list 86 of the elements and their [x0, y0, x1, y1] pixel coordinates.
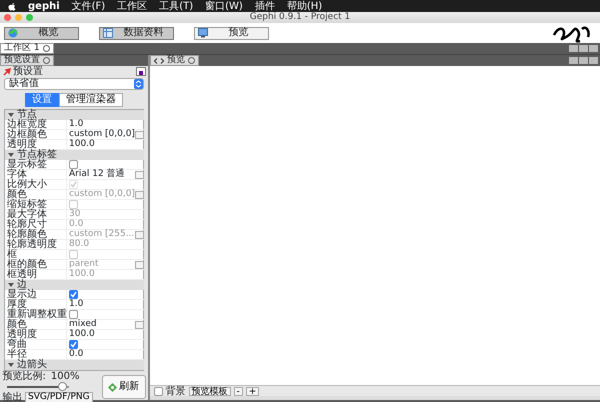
property-name: 半径: [5, 350, 67, 359]
property-name: 框透明: [5, 270, 67, 279]
property-name: 框的颜色: [5, 260, 67, 269]
section-header[interactable]: 节点标签: [5, 150, 144, 160]
export-button[interactable]: SVG/PDF/PNG: [25, 392, 93, 402]
menu-item[interactable]: 帮助(H): [286, 0, 322, 12]
checkbox[interactable]: [69, 290, 78, 299]
section-header[interactable]: 边箭头: [5, 360, 144, 370]
property-value[interactable]: Arial 12 普通: [69, 170, 135, 179]
ellipsis-button[interactable]: [134, 130, 144, 138]
property-value[interactable]: 0.0: [69, 350, 144, 359]
zoom-button[interactable]: -: [234, 386, 243, 396]
preset-label: 预设置: [13, 66, 43, 77]
property-name: 显示标签: [5, 160, 67, 169]
section-header[interactable]: 节点: [5, 110, 144, 120]
ratio-value: 100%: [50, 371, 80, 382]
property-name: 框: [5, 250, 67, 259]
close-icon[interactable]: [188, 57, 195, 64]
property-name: 缩短标签: [5, 200, 67, 209]
checkbox[interactable]: [69, 160, 78, 169]
property-value[interactable]: 1.0: [69, 120, 144, 129]
menu-item[interactable]: 窗口(W): [205, 0, 243, 12]
menu-item[interactable]: gephi: [28, 0, 60, 12]
property-name: 边框宽度: [5, 120, 67, 129]
property-name: 颜色: [5, 190, 67, 199]
menu-item[interactable]: 插件: [254, 0, 275, 12]
property-name: 比例大小: [5, 180, 67, 189]
monitor-icon: [198, 28, 208, 38]
code-icon: [154, 58, 164, 64]
property-name: 最大字体: [5, 210, 67, 219]
ellipsis-button[interactable]: [134, 170, 144, 178]
property-name: 厚度: [5, 300, 67, 309]
workspace-tab[interactable]: 工作区 1: [0, 43, 54, 54]
expanded-triangle-icon: [8, 112, 14, 118]
menu-item[interactable]: 工具(T): [159, 0, 194, 12]
property-name: 边框颜色: [5, 130, 67, 139]
window-title: Gephi 0.9.1 - Project 1: [248, 12, 352, 22]
checkbox[interactable]: [69, 340, 78, 349]
menu-item[interactable]: 文件(F): [72, 0, 106, 12]
toolbar-button[interactable]: 预览: [194, 26, 269, 40]
section-header[interactable]: 边: [5, 280, 144, 290]
property-name: 轮廓透明度: [5, 240, 67, 249]
property-value[interactable]: mixed: [69, 320, 135, 329]
property-name: 透明度: [5, 140, 67, 149]
property-name: 轮廓颜色: [5, 230, 67, 239]
property-name: 透明度: [5, 330, 67, 339]
panel-tab[interactable]: 预览设置: [0, 55, 54, 66]
close-button[interactable]: [4, 14, 11, 21]
globe-icon: [8, 28, 18, 38]
settings-tab[interactable]: 设置: [25, 93, 59, 107]
slider-thumb[interactable]: [58, 382, 68, 391]
template-button[interactable]: 预览模板: [188, 386, 230, 396]
property-name: 弯曲: [5, 340, 67, 349]
property-name: 重新调整权重: [5, 310, 67, 319]
property-name: 显示边: [5, 290, 67, 299]
expanded-triangle-icon: [8, 362, 14, 368]
panel-tab[interactable]: 预览: [150, 55, 199, 66]
checkbox[interactable]: [154, 386, 163, 396]
save-icon: [136, 67, 146, 76]
preset-dropdown[interactable]: 缺省值: [4, 78, 144, 90]
settings-tab[interactable]: 管理渲染器: [59, 93, 123, 107]
toolbar-button[interactable]: 概览: [4, 26, 79, 40]
property-value[interactable]: custom [0,0,0]: [69, 130, 135, 139]
dropdown-arrow-icon: [134, 79, 143, 89]
apple-icon: [8, 2, 16, 10]
refresh-button[interactable]: 刷新: [102, 375, 146, 399]
ratio-label: 预览比例:: [2, 371, 46, 382]
menu-item[interactable]: 工作区: [117, 0, 148, 12]
checkbox[interactable]: [69, 310, 78, 319]
refresh-icon: [108, 382, 117, 392]
property-name: 字体: [5, 170, 67, 179]
property-name: 颜色: [5, 320, 67, 329]
ellipsis-button[interactable]: [134, 320, 144, 328]
pin-icon: [2, 68, 10, 76]
toolbar-button[interactable]: 数据资料: [99, 26, 174, 40]
property-value[interactable]: 100.0: [69, 140, 144, 149]
table-icon: [103, 28, 113, 38]
expanded-triangle-icon: [8, 282, 14, 288]
property-value[interactable]: 1.0: [69, 300, 144, 309]
property-name: 轮廓尺寸: [5, 220, 67, 229]
checkbox-label: 背景: [166, 386, 186, 396]
zoom-button[interactable]: +: [246, 386, 260, 396]
minimize-button[interactable]: [15, 14, 22, 21]
expanded-triangle-icon: [8, 152, 14, 158]
property-value[interactable]: 100.0: [69, 330, 144, 339]
zoom-button[interactable]: [26, 14, 33, 21]
